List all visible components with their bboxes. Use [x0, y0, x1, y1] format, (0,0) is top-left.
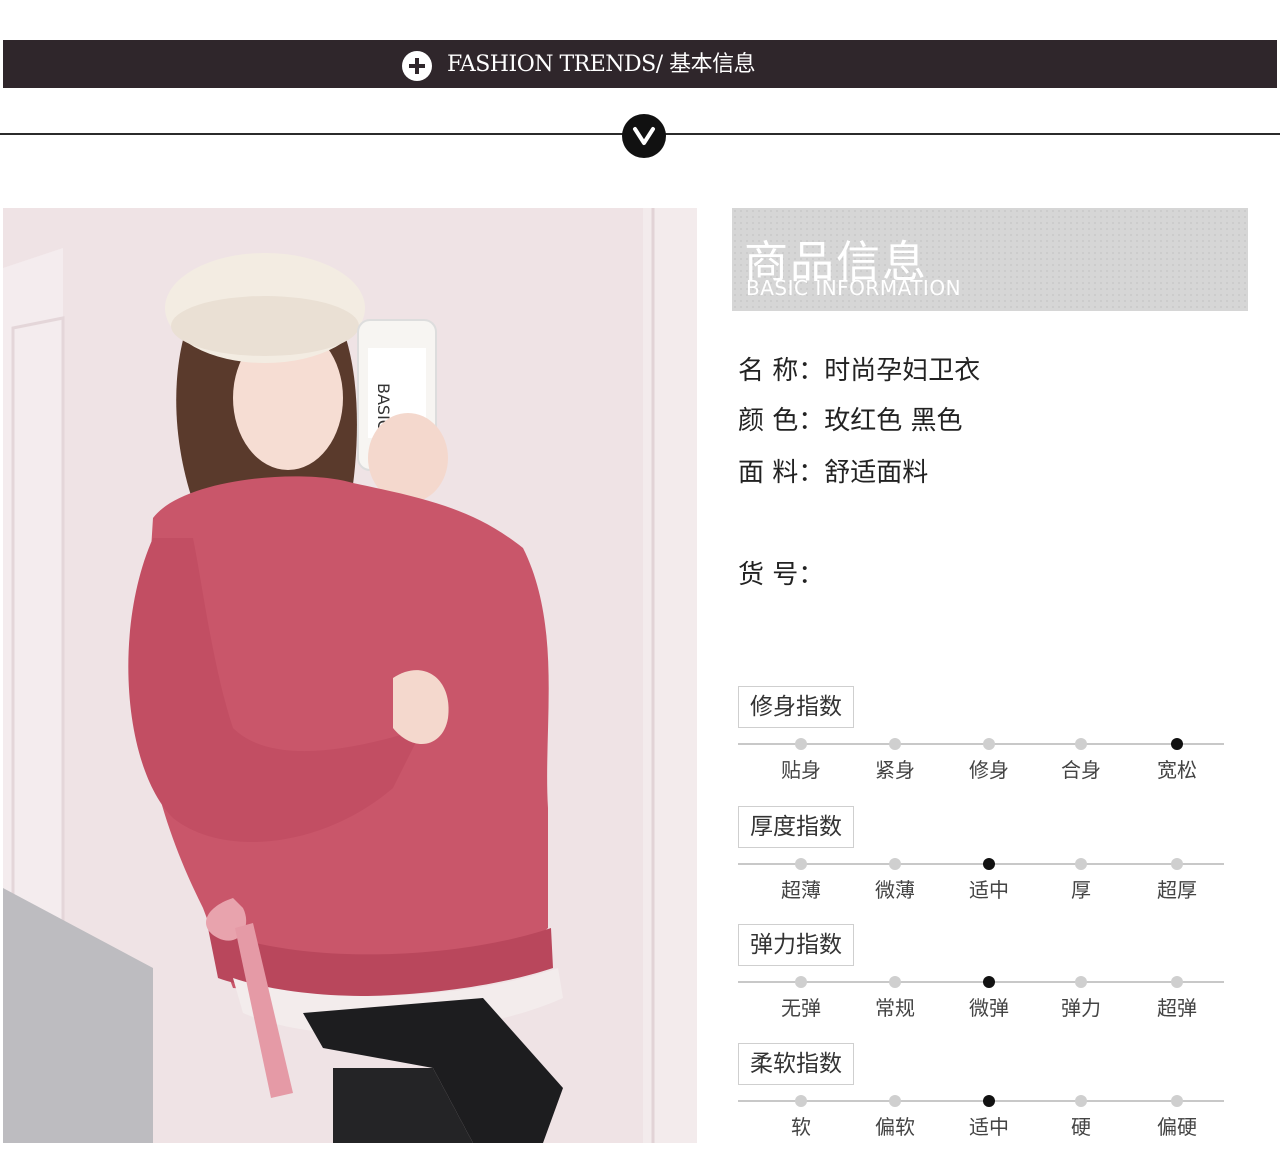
info-fabric: 面 料：舒适面料 — [738, 458, 929, 488]
index-dot-selected — [983, 1095, 995, 1107]
header-bar: FASHION TRENDS/ 基本信息 — [3, 40, 1277, 88]
index-dot — [889, 1095, 901, 1107]
index-scale-line — [738, 1100, 1224, 1102]
index-option-label: 弹力 — [1061, 996, 1101, 1020]
index-label: 修身指数 — [738, 686, 854, 728]
index-option-label: 适中 — [969, 878, 1009, 902]
chevron-down-icon — [622, 114, 666, 158]
index-option-label: 超弹 — [1157, 996, 1197, 1020]
index-option-label: 合身 — [1061, 758, 1101, 782]
index-option-label: 贴身 — [781, 758, 821, 782]
index-label: 厚度指数 — [738, 806, 854, 848]
index-dot — [1171, 1095, 1183, 1107]
header-title: FASHION TRENDS/ 基本信息 — [447, 52, 756, 77]
index-option-label: 软 — [791, 1115, 811, 1139]
basic-info-banner: 商品信息 BASIC INFORMATION — [732, 208, 1248, 311]
index-scale-line — [738, 863, 1224, 865]
index-dot — [889, 976, 901, 988]
index-dot — [1075, 976, 1087, 988]
index-option-label: 硬 — [1071, 1115, 1091, 1139]
index-dot-selected — [983, 976, 995, 988]
index-dot — [1171, 858, 1183, 870]
index-dot — [795, 1095, 807, 1107]
index-dot — [1171, 976, 1183, 988]
info-name: 名 称：时尚孕妇卫衣 — [738, 356, 981, 386]
index-label: 弹力指数 — [738, 924, 854, 966]
index-option-label: 偏软 — [875, 1115, 915, 1139]
index-option-label: 常规 — [875, 996, 915, 1020]
plus-icon — [402, 51, 432, 81]
index-option-label: 无弹 — [781, 996, 821, 1020]
index-option-label: 超厚 — [1157, 878, 1197, 902]
index-option-label: 紧身 — [875, 758, 915, 782]
index-dot — [795, 858, 807, 870]
index-dot — [889, 858, 901, 870]
banner-title-en: BASIC INFORMATION — [746, 276, 962, 300]
index-label: 柔软指数 — [738, 1043, 854, 1085]
info-item-number: 货 号： — [738, 560, 825, 590]
index-option-label: 超薄 — [781, 878, 821, 902]
index-dot — [889, 738, 901, 750]
product-photo: BASIC — [3, 208, 697, 1143]
index-option-label: 宽松 — [1157, 758, 1197, 782]
index-option-label: 适中 — [969, 1115, 1009, 1139]
index-dot — [795, 976, 807, 988]
index-scale-line — [738, 743, 1224, 745]
info-color: 颜 色：玫红色 黑色 — [738, 406, 963, 436]
index-dot — [1075, 858, 1087, 870]
index-dot — [1075, 738, 1087, 750]
index-dot-selected — [1171, 738, 1183, 750]
index-option-label: 微弹 — [969, 996, 1009, 1020]
index-option-label: 偏硬 — [1157, 1115, 1197, 1139]
index-dot-selected — [983, 858, 995, 870]
index-dot — [983, 738, 995, 750]
index-dot — [795, 738, 807, 750]
index-option-label: 微薄 — [875, 878, 915, 902]
index-dot — [1075, 1095, 1087, 1107]
index-scale-line — [738, 981, 1224, 983]
index-option-label: 修身 — [969, 758, 1009, 782]
index-option-label: 厚 — [1071, 878, 1091, 902]
